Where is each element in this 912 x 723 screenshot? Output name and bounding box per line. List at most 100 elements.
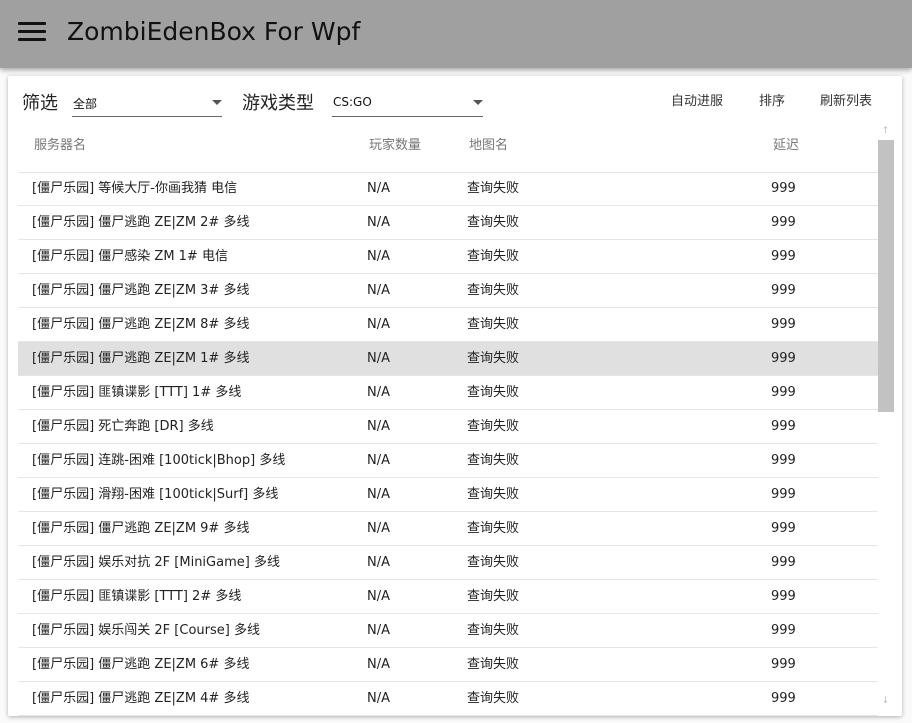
latency-cell: 999 [771,589,796,604]
latency-cell: 999 [771,555,796,570]
map-name-cell: 查询失败 [467,657,520,672]
player-count-cell: N/A [367,589,390,604]
server-name-cell: [僵尸乐园] 僵尸逃跑 ZE|ZM 1# 多线 [32,351,250,366]
player-count-cell: N/A [367,181,390,196]
hamburger-line [18,30,46,33]
map-name-cell: 查询失败 [467,691,520,706]
table-row[interactable]: [僵尸乐园] 僵尸逃跑 ZE|ZM 4# 多线 N/A 查询失败 999 [18,682,878,716]
table-row[interactable]: [僵尸乐园] 僵尸感染 ZM 1# 电信 N/A 查询失败 999 [18,240,878,274]
scrollbar-thumb[interactable] [878,140,894,412]
table-row[interactable]: [僵尸乐园] 匪镇谍影 [TTT] 2# 多线 N/A 查询失败 999 [18,580,878,614]
player-count-cell: N/A [367,657,390,672]
server-name-cell: [僵尸乐园] 僵尸逃跑 ZE|ZM 2# 多线 [32,215,250,230]
player-count-cell: N/A [367,487,390,502]
table-row[interactable]: [僵尸乐园] 僵尸逃跑 ZE|ZM 8# 多线 N/A 查询失败 999 [18,308,878,342]
column-header-map-name[interactable]: 地图名 [469,137,508,155]
table-row[interactable]: [僵尸乐园] 娱乐对抗 2F [MiniGame] 多线 N/A 查询失败 999 [18,546,878,580]
server-name-cell: [僵尸乐园] 匪镇谍影 [TTT] 2# 多线 [32,589,242,604]
server-name-cell: [僵尸乐园] 僵尸逃跑 ZE|ZM 4# 多线 [32,691,250,706]
hamburger-menu-icon[interactable] [17,19,47,45]
player-count-cell: N/A [367,453,390,468]
map-name-cell: 查询失败 [467,283,520,298]
player-count-cell: N/A [367,215,390,230]
latency-cell: 999 [771,385,796,400]
latency-cell: 999 [771,283,796,298]
table-header: 服务器名 玩家数量 地图名 延迟 [18,128,878,173]
hamburger-line [18,22,46,25]
vertical-scrollbar[interactable]: ↑ ↓ [877,124,894,708]
latency-cell: 999 [771,487,796,502]
server-name-cell: [僵尸乐园] 僵尸逃跑 ZE|ZM 3# 多线 [32,283,250,298]
table-row[interactable]: [僵尸乐园] 僵尸逃跑 ZE|ZM 2# 多线 N/A 查询失败 999 [18,206,878,240]
hamburger-line [18,38,46,41]
column-header-player-count[interactable]: 玩家数量 [369,137,421,155]
latency-cell: 999 [771,453,796,468]
game-type-combobox[interactable]: CS:GO [332,90,483,117]
refresh-list-button[interactable]: 刷新列表 [820,93,872,111]
player-count-cell: N/A [367,419,390,434]
latency-cell: 999 [771,249,796,264]
column-header-server-name[interactable]: 服务器名 [34,137,86,155]
scroll-down-arrow-icon[interactable]: ↓ [877,694,894,708]
server-name-cell: [僵尸乐园] 匪镇谍影 [TTT] 1# 多线 [32,385,242,400]
player-count-cell: N/A [367,691,390,706]
table-row[interactable]: [僵尸乐园] 连跳-困难 [100tick|Bhop] 多线 N/A 查询失败 999 [18,444,878,478]
player-count-cell: N/A [367,249,390,264]
server-name-cell: [僵尸乐园] 僵尸逃跑 ZE|ZM 8# 多线 [32,317,250,332]
latency-cell: 999 [771,419,796,434]
filter-combobox[interactable]: 全部 [72,90,222,117]
table-body: [僵尸乐园] 等候大厅-你画我猜 电信 N/A 查询失败 999 [僵尸乐园] 僵尸逃跑… [18,172,878,716]
server-name-cell: [僵尸乐园] 僵尸感染 ZM 1# 电信 [32,249,228,264]
auto-join-button[interactable]: 自动进服 [671,93,723,111]
map-name-cell: 查询失败 [467,623,520,638]
sort-button[interactable]: 排序 [759,93,785,111]
server-name-cell: [僵尸乐园] 僵尸逃跑 ZE|ZM 6# 多线 [32,657,250,672]
server-name-cell: [僵尸乐园] 死亡奔跑 [DR] 多线 [32,419,214,434]
server-name-cell: [僵尸乐园] 等候大厅-你画我猜 电信 [32,181,238,196]
latency-cell: 999 [771,623,796,638]
latency-cell: 999 [771,215,796,230]
table-row[interactable]: [僵尸乐园] 等候大厅-你画我猜 电信 N/A 查询失败 999 [18,172,878,206]
filter-label: 筛选 [22,93,58,114]
player-count-cell: N/A [367,521,390,536]
latency-cell: 999 [771,657,796,672]
player-count-cell: N/A [367,351,390,366]
map-name-cell: 查询失败 [467,181,520,196]
map-name-cell: 查询失败 [467,419,520,434]
game-type-label: 游戏类型 [242,93,314,114]
table-row[interactable]: [僵尸乐园] 滑翔-困难 [100tick|Surf] 多线 N/A 查询失败 999 [18,478,878,512]
latency-cell: 999 [771,691,796,706]
map-name-cell: 查询失败 [467,385,520,400]
player-count-cell: N/A [367,317,390,332]
latency-cell: 999 [771,181,796,196]
chevron-down-icon [212,100,222,105]
map-name-cell: 查询失败 [467,453,520,468]
map-name-cell: 查询失败 [467,521,520,536]
table-row[interactable]: [僵尸乐园] 娱乐闯关 2F [Course] 多线 N/A 查询失败 999 [18,614,878,648]
scroll-up-arrow-icon[interactable]: ↑ [877,124,894,138]
server-name-cell: [僵尸乐园] 娱乐闯关 2F [Course] 多线 [32,623,260,638]
game-type-combobox-value: CS:GO [333,95,372,109]
server-table: 服务器名 玩家数量 地图名 延迟 [僵尸乐园] 等候大厅-你画我猜 电信 N/A 查… [18,128,878,716]
map-name-cell: 查询失败 [467,249,520,264]
server-name-cell: [僵尸乐园] 滑翔-困难 [100tick|Surf] 多线 [32,487,279,502]
latency-cell: 999 [771,521,796,536]
chevron-down-icon [473,100,483,105]
table-row[interactable]: [僵尸乐园] 僵尸逃跑 ZE|ZM 9# 多线 N/A 查询失败 999 [18,512,878,546]
map-name-cell: 查询失败 [467,555,520,570]
server-name-cell: [僵尸乐园] 娱乐对抗 2F [MiniGame] 多线 [32,555,280,570]
player-count-cell: N/A [367,283,390,298]
server-name-cell: [僵尸乐园] 连跳-困难 [100tick|Bhop] 多线 [32,453,286,468]
player-count-cell: N/A [367,555,390,570]
table-row[interactable]: [僵尸乐园] 僵尸逃跑 ZE|ZM 6# 多线 N/A 查询失败 999 [18,648,878,682]
table-row[interactable]: [僵尸乐园] 僵尸逃跑 ZE|ZM 3# 多线 N/A 查询失败 999 [18,274,878,308]
table-row[interactable]: [僵尸乐园] 僵尸逃跑 ZE|ZM 1# 多线 N/A 查询失败 999 [18,342,878,376]
app-bar: ZombiEdenBox For Wpf [0,0,912,68]
column-header-latency[interactable]: 延迟 [773,137,799,155]
filter-combobox-value: 全部 [73,97,98,111]
server-name-cell: [僵尸乐园] 僵尸逃跑 ZE|ZM 9# 多线 [32,521,250,536]
map-name-cell: 查询失败 [467,487,520,502]
table-row[interactable]: [僵尸乐园] 匪镇谍影 [TTT] 1# 多线 N/A 查询失败 999 [18,376,878,410]
table-row[interactable]: [僵尸乐园] 死亡奔跑 [DR] 多线 N/A 查询失败 999 [18,410,878,444]
app-title: ZombiEdenBox For Wpf [67,17,361,46]
